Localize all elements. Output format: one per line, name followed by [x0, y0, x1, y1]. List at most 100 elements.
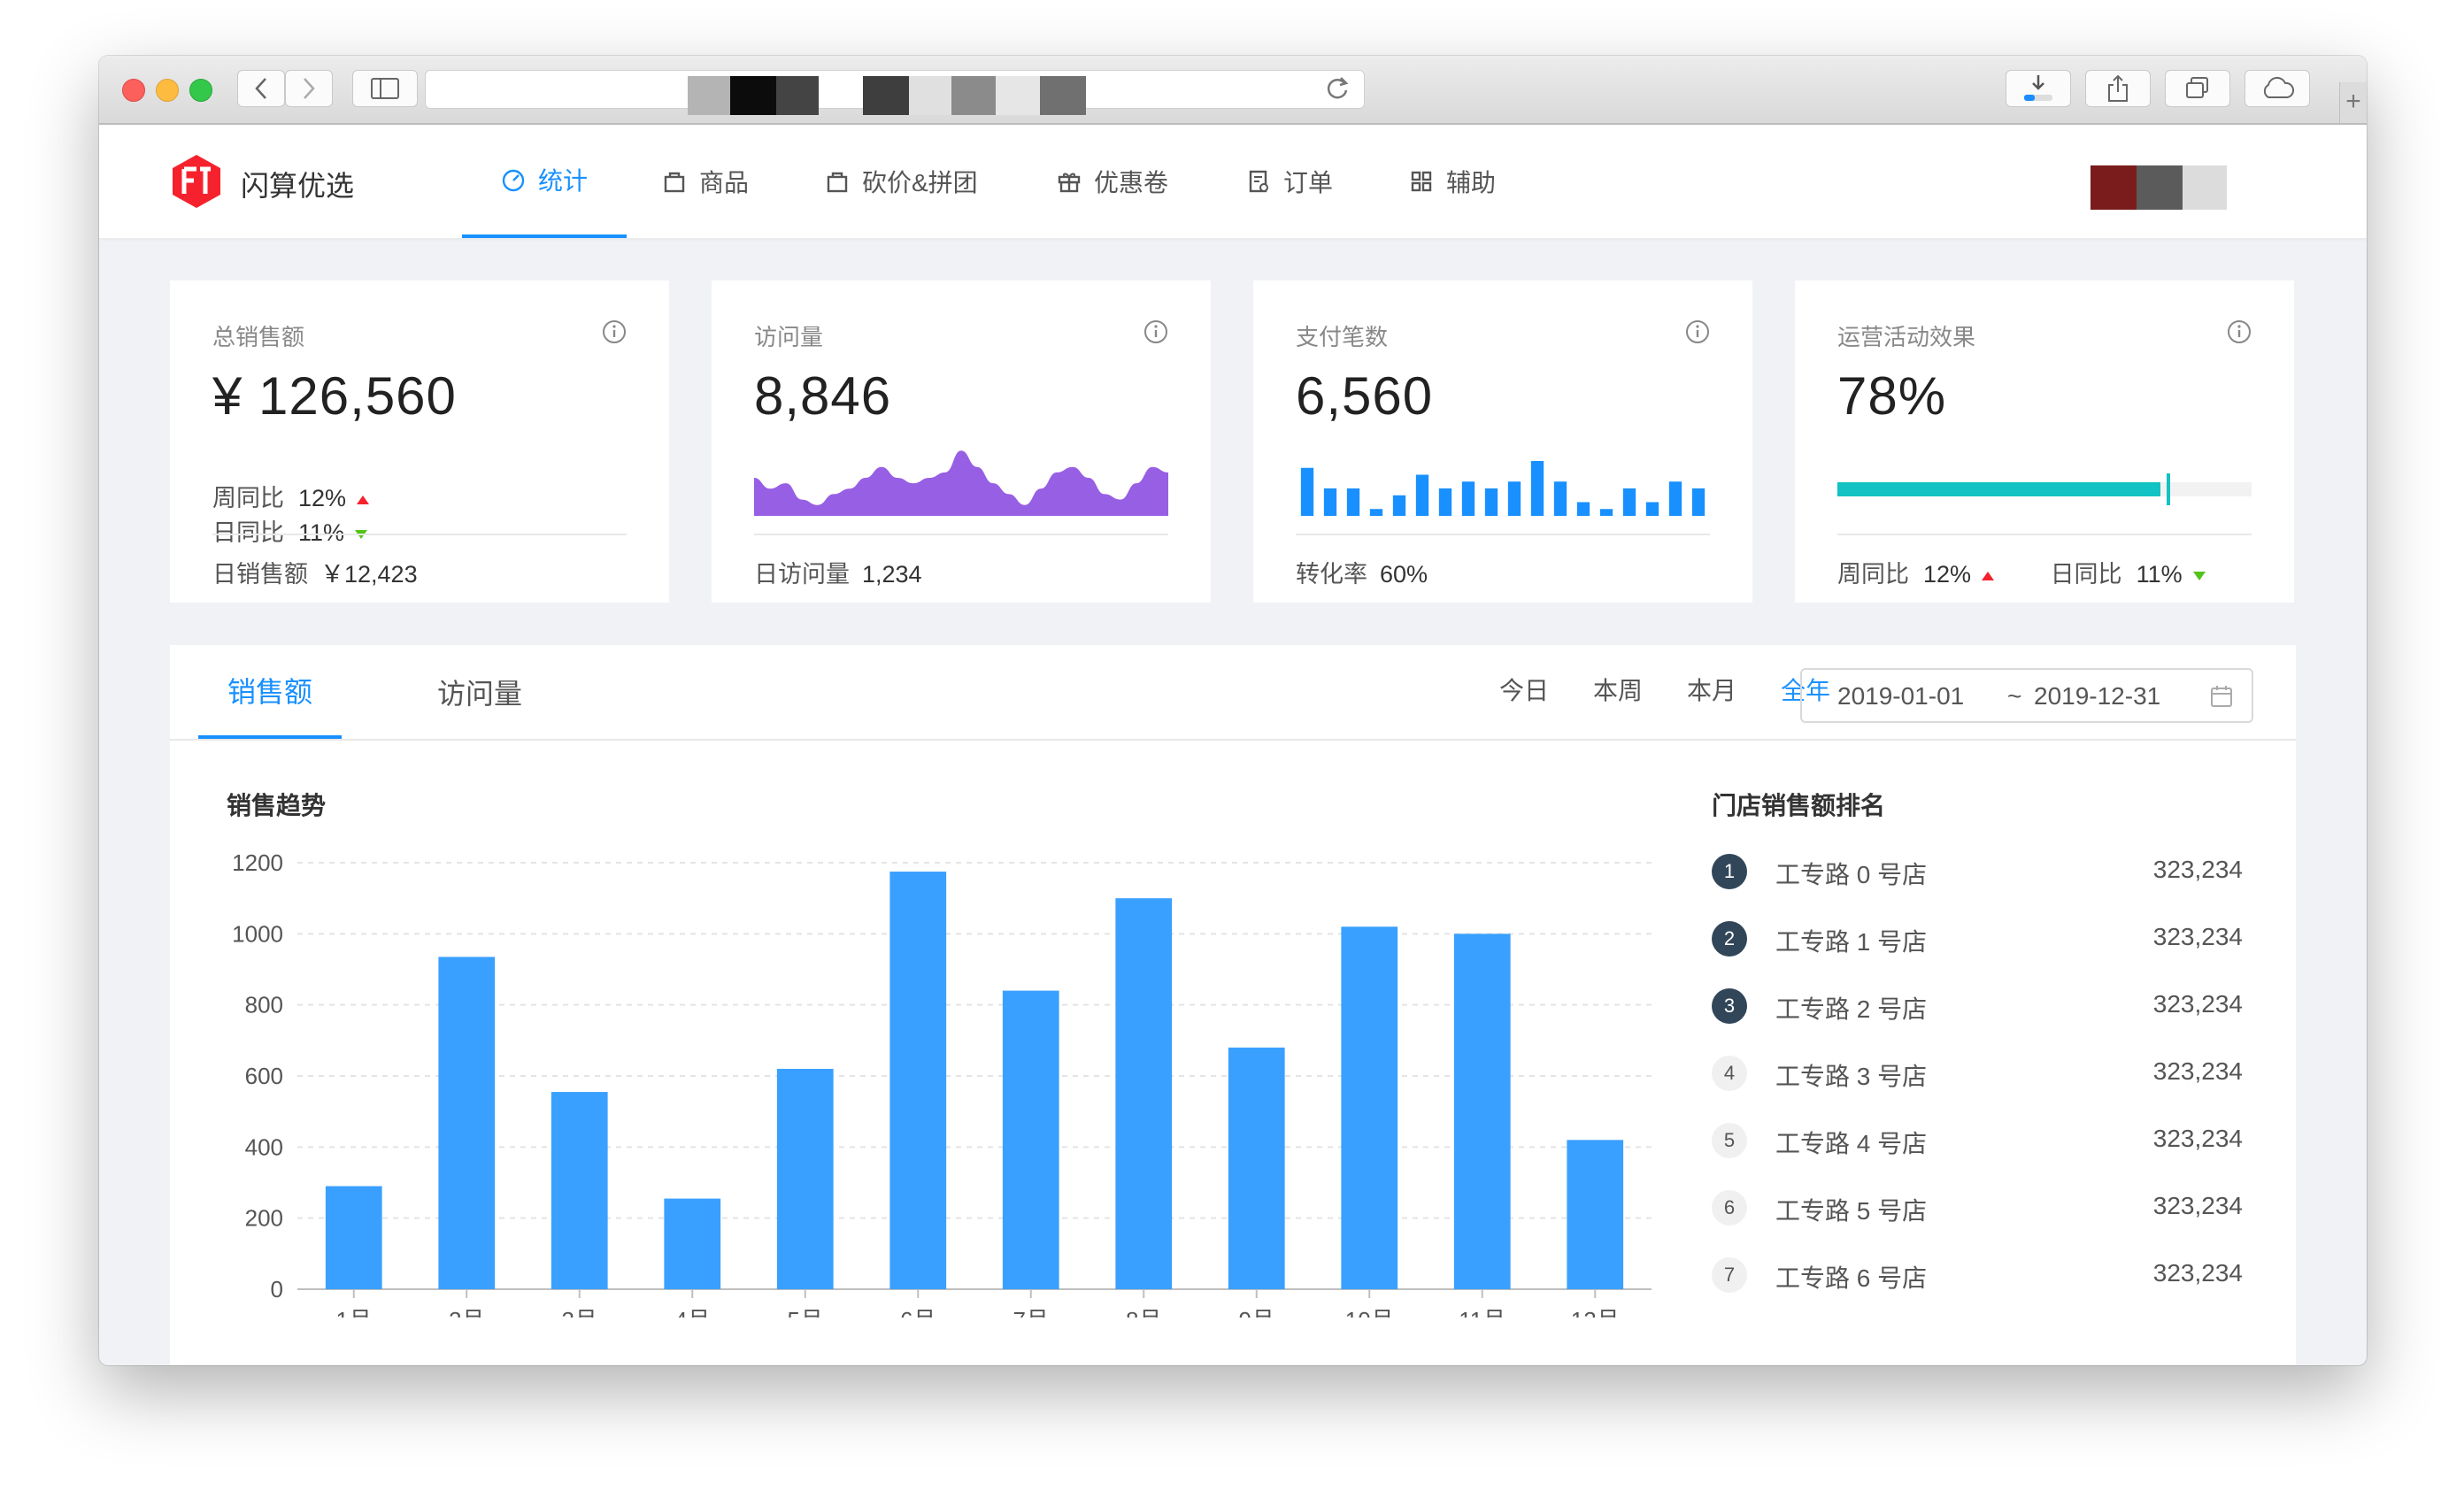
y-tick-label: 1000 [232, 920, 283, 947]
downloads-button[interactable] [2006, 70, 2071, 107]
nav-tab-statistics[interactable]: 统计 [462, 125, 627, 238]
sales-bar[interactable] [1228, 1047, 1285, 1289]
card-footer: 周同比 12% 日同比 11% [1837, 555, 2255, 589]
sales-bar[interactable] [776, 1068, 834, 1289]
sales-bar[interactable] [1115, 898, 1173, 1289]
divider [1296, 534, 1710, 535]
order-icon [1249, 170, 1268, 193]
sales-bar[interactable] [551, 1092, 608, 1289]
redacted-url [1040, 76, 1086, 115]
footer-value: 60% [1380, 561, 1428, 588]
redacted-url [730, 76, 776, 115]
nav-tab-auxiliary[interactable]: 辅助 [1409, 125, 1496, 238]
new-tab-button[interactable]: + [2339, 82, 2367, 123]
trend-label: 日同比 [2050, 561, 2122, 588]
tab-sales[interactable]: 销售额 [198, 645, 342, 739]
close-window-button[interactable] [122, 79, 145, 102]
payments-bar [1392, 495, 1406, 516]
caret-down-icon [2192, 571, 2206, 580]
nav-tab-label: 订单 [1283, 169, 1334, 196]
visits-minichart [754, 440, 1168, 516]
divider [212, 534, 627, 535]
footer-value: ￥12,423 [320, 561, 418, 588]
store-name: 工专路 1 号店 [1775, 928, 1928, 956]
tab-visits[interactable]: 访问量 [409, 645, 551, 739]
ranking-row: 1 工专路 0 号店 323,234 [1712, 845, 2243, 898]
store-sales-value: 323,234 [2152, 1259, 2243, 1287]
range-this-week[interactable]: 本周 [1593, 672, 1643, 707]
sales-bar[interactable] [889, 872, 947, 1289]
sales-bar[interactable] [1567, 1140, 1624, 1289]
share-button[interactable] [2085, 70, 2151, 107]
info-icon[interactable] [1685, 319, 1710, 344]
x-tick-label: 10月 [1345, 1307, 1394, 1318]
nav-tab-coupons[interactable]: 优惠卷 [1057, 125, 1168, 238]
payments-bar [1622, 488, 1636, 516]
nav-tab-label: 统计 [537, 167, 588, 195]
rank-number: 2 [1712, 921, 1747, 957]
rank-number: 5 [1712, 1123, 1747, 1158]
caret-up-icon [357, 495, 370, 504]
info-icon[interactable] [602, 319, 627, 344]
card-value: 8,846 [754, 366, 892, 426]
range-today[interactable]: 今日 [1499, 672, 1549, 707]
ops-progress [1837, 440, 2252, 516]
nav-tab-orders[interactable]: 订单 [1246, 125, 1333, 238]
tabs-icon [2186, 77, 2208, 98]
payments-bar [1415, 474, 1429, 516]
rank-number: 4 [1712, 1056, 1747, 1091]
address-bar[interactable] [425, 70, 1365, 115]
progress-fill [1837, 482, 2161, 496]
x-tick-label: 1月 [336, 1307, 372, 1318]
x-tick-label: 12月 [1571, 1307, 1620, 1318]
x-tick-label: 2月 [449, 1307, 484, 1318]
dashboard-icon [502, 169, 525, 192]
y-tick-label: 200 [245, 1205, 283, 1232]
info-icon[interactable] [1143, 319, 1168, 344]
date-range-picker[interactable]: 2019-01-01 ~ 2019-12-31 [1800, 668, 2253, 723]
back-button[interactable] [237, 70, 285, 107]
payments-bar [1369, 509, 1383, 516]
ranking-row: 3 工专路 2 号店 323,234 [1712, 980, 2243, 1033]
chevron-right-icon [304, 78, 315, 99]
sales-bar[interactable] [325, 1186, 382, 1289]
redacted-url [863, 76, 909, 115]
card-value: 6,560 [1296, 366, 1434, 426]
redacted-url [951, 76, 996, 115]
trend-value: 11% [2136, 561, 2183, 588]
sales-bar[interactable] [1341, 926, 1398, 1289]
card-title: 支付笔数 [1296, 324, 1389, 350]
x-tick-label: 5月 [788, 1307, 823, 1318]
rank-number: 1 [1712, 854, 1747, 889]
sales-bar[interactable] [1453, 934, 1511, 1289]
ranking-title: 门店销售额排名 [1712, 792, 1886, 819]
sales-bar[interactable] [664, 1198, 721, 1289]
user-avatar[interactable] [2091, 165, 2227, 210]
trend-value: 11% [298, 519, 345, 546]
redacted-url [688, 76, 730, 115]
sales-bar[interactable] [438, 957, 496, 1289]
sidebar-toggle-button[interactable] [352, 70, 418, 107]
trend-label: 周同比 [212, 485, 284, 511]
progress-target-marker [2167, 473, 2171, 505]
reload-icon[interactable] [1325, 74, 1350, 103]
info-icon[interactable] [2227, 319, 2252, 344]
store-sales-value: 323,234 [2152, 856, 2243, 883]
store-name: 工专路 2 号店 [1775, 995, 1928, 1023]
range-this-month[interactable]: 本月 [1687, 672, 1736, 707]
maximize-window-button[interactable] [189, 79, 212, 102]
nav-tab-bargain-group[interactable]: 砍价&拼团 [825, 125, 978, 238]
chevron-left-icon [255, 78, 266, 99]
sales-bar[interactable] [1002, 990, 1059, 1289]
progress-track [1837, 473, 2252, 505]
nav-tab-products[interactable]: 商品 [662, 125, 749, 238]
date-separator: ~ [2007, 682, 2022, 710]
minimize-window-button[interactable] [156, 79, 179, 102]
card-title: 运营活动效果 [1837, 324, 1976, 350]
payments-bar [1461, 481, 1475, 516]
footer-value: 1,234 [862, 561, 922, 588]
tabs-overview-button[interactable] [2165, 70, 2230, 107]
trend-label: 日同比 [212, 519, 284, 546]
icloud-button[interactable] [2245, 70, 2310, 107]
forward-button[interactable] [285, 70, 333, 107]
